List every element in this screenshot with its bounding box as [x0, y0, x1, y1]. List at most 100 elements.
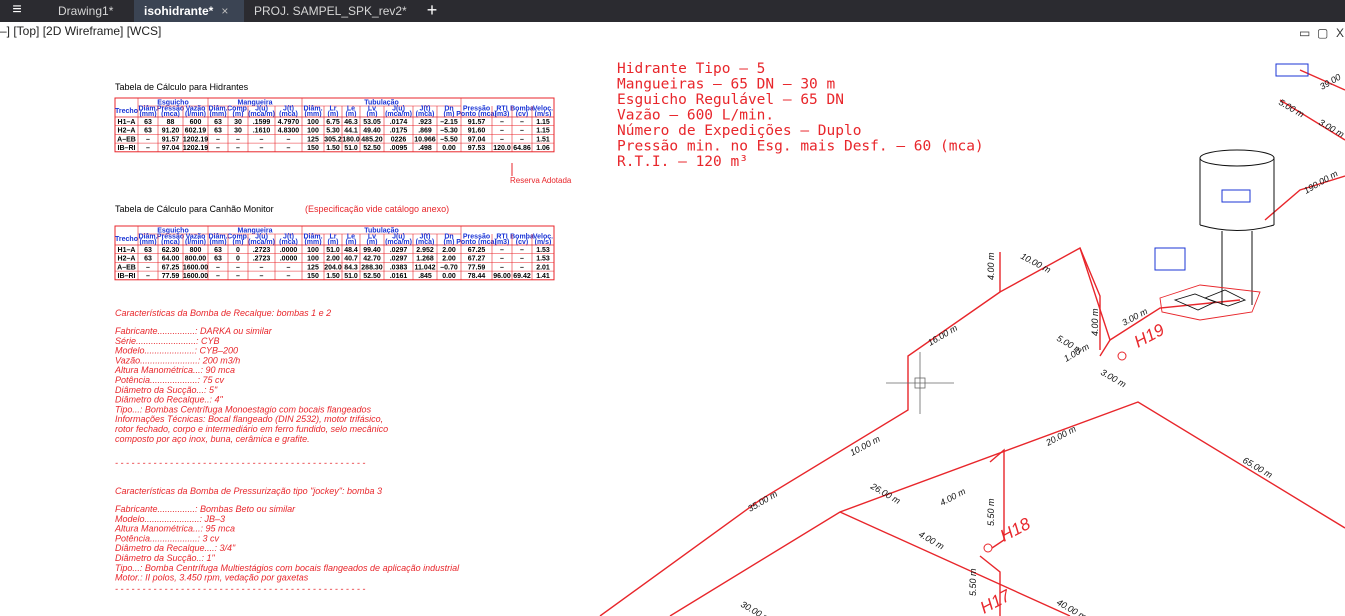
table-cell: – [500, 128, 504, 135]
table-cell: – [216, 145, 220, 152]
table-cell: .0174 [390, 119, 408, 126]
table-cell: 10.966 [414, 136, 436, 143]
menu-icon[interactable]: ≡ [0, 0, 34, 22]
table-cell: 99.40 [363, 247, 381, 254]
spec-line: composto por aço inox, buna, cerâmica e … [115, 434, 310, 444]
spec-line: Vazão.......................: 200 m3/h [115, 355, 240, 365]
hydrant-markers: H19 H18 H17 [977, 320, 1168, 616]
table-cell: 91.60 [468, 128, 486, 135]
table-cell: – [287, 136, 291, 143]
pipe-run [669, 401, 1345, 616]
table-cell: 51.0 [344, 273, 358, 280]
table-cell: – [520, 264, 524, 271]
pump2-title: Características da Bomba de Pressurizaçã… [115, 486, 382, 496]
spec-line: Fabricante...............: DARKA ou simi… [115, 326, 273, 336]
table-cell: 0.00 [442, 145, 456, 152]
table-cell: 0.00 [442, 273, 456, 280]
table-cell: 2.00 [442, 256, 456, 263]
table-column-header: Trecho [115, 236, 138, 243]
table-cell: –0.70 [440, 264, 458, 271]
table-cell: 1.53 [536, 256, 550, 263]
table-cell: H2–A [118, 256, 136, 263]
dimension-label: 5.50 m [986, 498, 996, 526]
dimension-label: 39.00 [1318, 72, 1343, 92]
dimension-label: 40.00 m [1055, 597, 1089, 616]
table-cell: 67.27 [468, 256, 486, 263]
hydrant-label: H19 [1131, 320, 1168, 352]
table-cell: 2.952 [416, 247, 434, 254]
table-cell: 63 [144, 247, 152, 254]
file-tab-bar: ≡ Drawing1* isohidrante* × PROJ. SAMPEL_S… [0, 0, 1345, 22]
spec-line: Potência...................: 75 cv [115, 375, 225, 385]
hydrant-calc-table: Esguicho Mangueira TubulaçãoTrecho Diâm.(mm… [114, 97, 555, 153]
tab-drawing1[interactable]: Drawing1* [48, 0, 123, 22]
table-cell: 42.70 [363, 256, 381, 263]
table-cell: 97.04 [468, 136, 486, 143]
spec-text-line: Hidrante Tipo – 5 [617, 61, 765, 77]
table-cell: .0297 [390, 247, 408, 254]
table-cell: 1600.00 [183, 273, 208, 280]
table-cell: .923 [418, 119, 432, 126]
table-cell: 77.59 [468, 264, 486, 271]
table-cell: 77.59 [162, 273, 180, 280]
table-cell: 5.30 [326, 128, 340, 135]
table-cell: –5.50 [440, 136, 458, 143]
table-cell: 67.25 [162, 264, 180, 271]
dimension-label: 4.00 m [986, 252, 996, 280]
dimension-label: 10.00 m [848, 433, 882, 457]
hydrant-label: H18 [997, 514, 1034, 546]
dimension-label: 3.00 m [1317, 117, 1345, 140]
table-cell: – [216, 264, 220, 271]
table-cell: 84.3 [344, 264, 358, 271]
new-tab-button[interactable]: + [420, 0, 444, 22]
table-cell: .0297 [390, 256, 408, 263]
table-cell: 88 [167, 119, 175, 126]
pipe-run [1264, 175, 1345, 221]
tab-proj-sampel[interactable]: PROJ. SAMPEL_SPK_rev2* [244, 0, 417, 22]
dimension-label: 4.00 m [938, 486, 967, 508]
table-cell: 1.268 [416, 256, 434, 263]
dimension-label: 5.00 m [1277, 97, 1306, 120]
table-cell: .498 [418, 145, 432, 152]
dimension-label: 30.00 m [739, 599, 773, 616]
spec-line: Tipo...: Bomba Centrífuga Multiestágios … [115, 563, 460, 573]
spec-line: Altura Manométrica...: 95 mca [114, 524, 235, 534]
spec-line: Série........................: CYB [115, 336, 220, 346]
table-cell: 204.0 [324, 264, 342, 271]
table-cell: – [500, 119, 504, 126]
table-cell: 600 [190, 119, 202, 126]
table-cell: .845 [418, 273, 432, 280]
table-cell: 100 [307, 256, 319, 263]
spec-text-line: Número de Expedições – Duplo [617, 123, 861, 139]
table-cell: 2.00 [442, 247, 456, 254]
table-cell: .0383 [390, 264, 408, 271]
table-cell: 44.1 [344, 128, 358, 135]
table-cell: 40.7 [344, 256, 358, 263]
hydrant-label: H17 [977, 586, 1014, 616]
table-cell: 1.15 [536, 128, 550, 135]
table-cell: – [146, 273, 150, 280]
table-cell: – [236, 136, 240, 143]
table-cell: 2.00 [326, 256, 340, 263]
table-cell: – [260, 264, 264, 271]
drawing-canvas[interactable]: Tabela de Cálculo para Hidrantes Esguich… [0, 22, 1345, 616]
hydrant-spec-block: Hidrante Tipo – 5Mangueiras – 65 DN – 30… [617, 61, 984, 170]
table-cell: 69.42 [513, 273, 531, 280]
table-cell: 30 [234, 119, 242, 126]
table-cell: 63 [144, 256, 152, 263]
tab-isohidrante[interactable]: isohidrante* × [134, 0, 244, 22]
table-cell: 0 [236, 256, 240, 263]
table-cell: A–EB [117, 264, 136, 271]
table-cell: 52.50 [363, 273, 381, 280]
table-cell: 120.0 [493, 145, 511, 152]
table-cell: 96.00 [493, 273, 511, 280]
table-cell: .0000 [280, 247, 298, 254]
tab-label: PROJ. SAMPEL_SPK_rev2* [254, 4, 407, 18]
table-cell: 800.00 [185, 256, 207, 263]
table-cell: 2.01 [536, 264, 550, 271]
table-cell: A–EB [117, 136, 136, 143]
close-tab-icon[interactable]: × [221, 4, 228, 18]
spec-text-line: Pressão min. no Esg. mais Desf. – 60 (mc… [617, 139, 984, 155]
spec-line: Potência...................: 3 cv [115, 533, 220, 543]
blue-legend-boxes [1154, 63, 1309, 271]
